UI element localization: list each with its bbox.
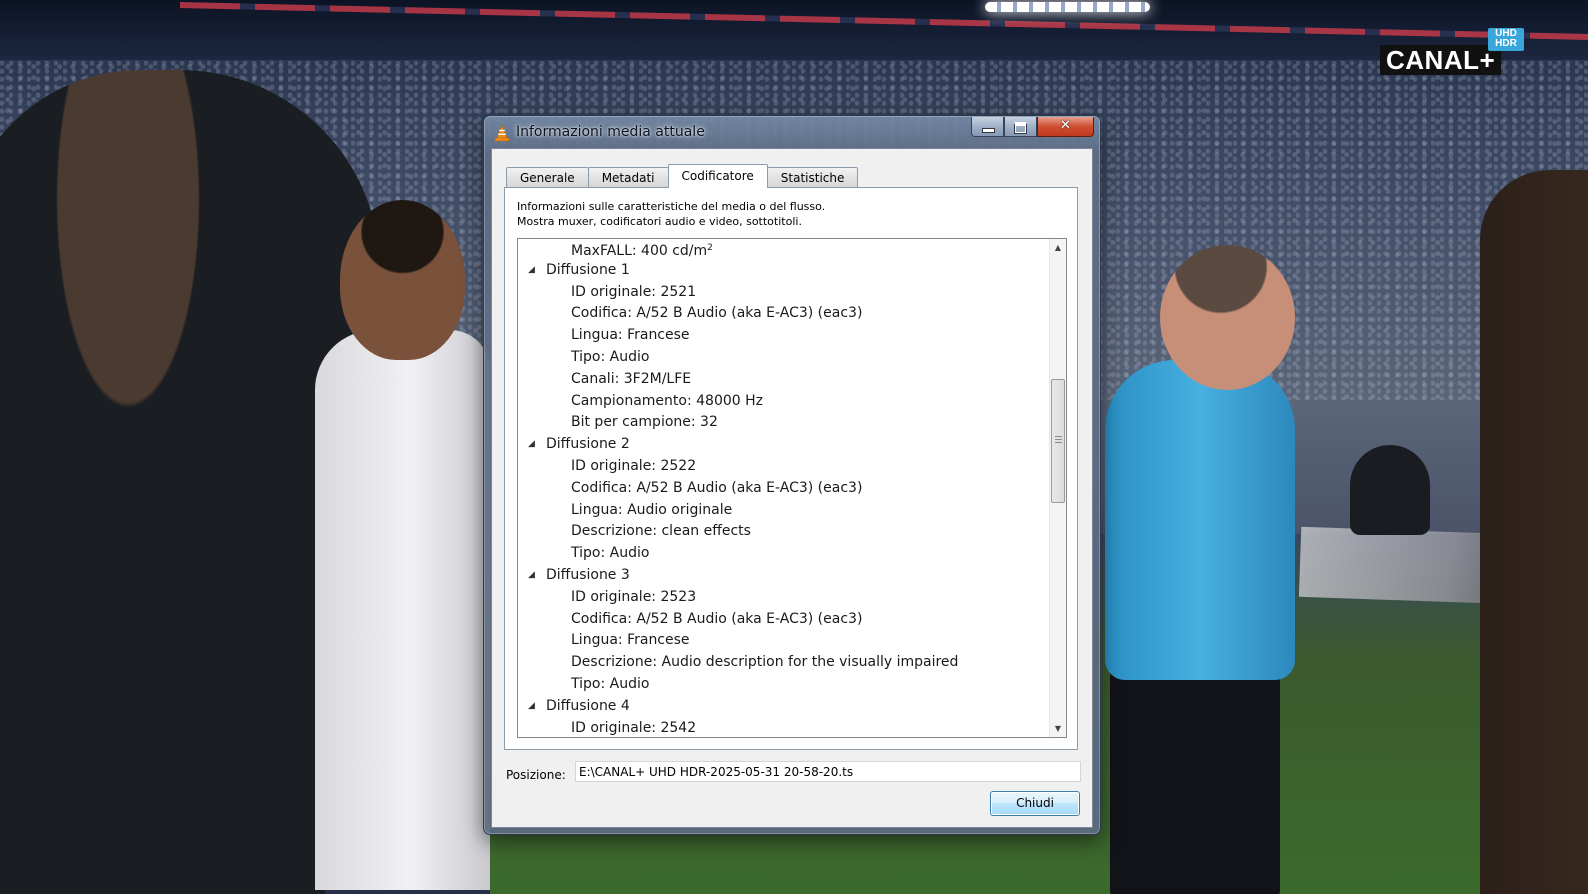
tree-item-row[interactable]: Tipo: Audio [518,543,1048,565]
tree-row-text: ID originale: 2522 [571,457,697,474]
tree-expander-icon[interactable]: ◢ [528,260,535,282]
tree-row-text: ID originale: 2521 [571,283,697,300]
tree-item-row[interactable]: ID originale: 2542 [518,718,1048,737]
position-field[interactable]: E:\CANAL+ UHD HDR-2025-05-31 20-58-20.ts [575,761,1081,782]
tree-row-text: Lingua: Francese [571,327,690,344]
tree-item-row[interactable]: Campionamento: 48000 Hz [518,391,1048,413]
tree-row-text: Bit per campione: 32 [571,414,718,431]
tab-bar: Generale Metadati Codificatore Statistic… [506,164,859,188]
tree-item-row[interactable]: Codifica: A/52 B Audio (aka E-AC3) (eac3… [518,478,1048,500]
tree-row-text: Lingua: Audio originale [571,501,733,518]
channel-logo: CANAL+ [1380,45,1502,75]
tree-row-text: Campionamento: 48000 Hz [571,392,763,409]
codec-tree[interactable]: MaxFALL: 400 cd/m2 ◢ Diffusione 1 ID origin… [517,238,1067,738]
minimize-button[interactable] [971,117,1004,137]
vertical-scrollbar[interactable]: ▲ ▼ [1049,239,1066,737]
stadium-floodlights [985,2,1150,12]
close-window-button[interactable]: ✕ [1037,117,1094,137]
referee-shorts [1110,650,1280,894]
tab-statistiche[interactable]: Statistiche [766,167,859,187]
title-bar[interactable]: Informazioni media attuale ✕ [484,116,1100,148]
tree-row-text: Diffusione 4 [546,697,630,714]
tree-row-text: MaxFALL: 400 cd/m [571,243,708,259]
tree-row-superscript: 2 [707,243,713,253]
tree-group-row[interactable]: ◢ Diffusione 2 [518,434,1048,456]
scrollbar-grip-icon [1055,436,1062,445]
scrollbar-thumb[interactable] [1051,379,1065,503]
tree-group-row[interactable]: ◢ Diffusione 1 [518,260,1048,282]
scroll-down-arrow-icon[interactable]: ▼ [1050,720,1066,737]
tree-item-row[interactable]: Lingua: Francese [518,325,1048,347]
tree-item-row[interactable]: ID originale: 2522 [518,456,1048,478]
referee-head [1160,245,1295,390]
tree-row-text: ID originale: 2523 [571,588,697,605]
close-button[interactable]: Chiudi [990,791,1080,816]
tree-row-text: ID originale: 2542 [571,719,697,736]
window-title: Informazioni media attuale [516,124,705,140]
maximize-icon [1014,122,1027,134]
tree-item-row[interactable]: Codifica: A/52 B Audio (aka E-AC3) (eac3… [518,303,1048,325]
tree-expander-icon[interactable]: ◢ [528,696,535,718]
description-line-2: Mostra muxer, codificatori audio e video… [517,215,802,228]
tree-item-row[interactable]: Bit per campione: 32 [518,412,1048,434]
crouching-person [1350,445,1430,535]
position-label: Posizione: [506,768,566,782]
tree-row-text: Diffusione 3 [546,566,630,583]
referee-shirt [1105,360,1295,680]
player-white-jacket-head [340,200,465,360]
tree-row-text: Codifica: A/52 B Audio (aka E-AC3) (eac3… [571,479,863,496]
tree-row-text: Tipo: Audio [571,348,650,365]
description-line-1: Informazioni sulle caratteristiche del m… [517,200,826,213]
tree-row-text: Descrizione: clean effects [571,523,751,540]
tab-codificatore[interactable]: Codificatore [667,164,768,188]
tree-row-text: Diffusione 2 [546,436,630,453]
tree-row-text: Lingua: Francese [571,632,690,649]
media-info-dialog: Informazioni media attuale ✕ Generale Me… [483,115,1101,835]
channel-uhd-hdr-badge: UHD HDR [1488,28,1524,51]
tree-row-text: Canali: 3F2M/LFE [571,370,692,387]
scroll-up-arrow-icon[interactable]: ▲ [1050,239,1066,256]
tree-row-text: Codifica: A/52 B Audio (aka E-AC3) (eac3… [571,305,863,322]
tree-item-row[interactable]: Tipo: Audio [518,674,1048,696]
player-right-silhouette [1480,170,1588,894]
tree-group-row[interactable]: ◢ Diffusione 4 [518,696,1048,718]
tree-item-row[interactable]: ID originale: 2523 [518,587,1048,609]
tree-row-text: Diffusione 1 [546,261,630,278]
vlc-cone-icon [494,124,510,142]
player-white-jacket [315,330,490,890]
tree-row-text: Descrizione: Audio description for the v… [571,654,959,671]
codec-tab-panel: Informazioni sulle caratteristiche del m… [504,187,1078,750]
tree-row-text: Tipo: Audio [571,545,650,562]
window-controls: ✕ [971,117,1094,137]
tree-row-text: Tipo: Audio [571,675,650,692]
maximize-button[interactable] [1004,117,1037,137]
tree-item-row[interactable]: Codifica: A/52 B Audio (aka E-AC3) (eac3… [518,609,1048,631]
close-icon: ✕ [1060,118,1071,133]
tree-item-row[interactable]: Lingua: Francese [518,630,1048,652]
tree-expander-icon[interactable]: ◢ [528,434,535,456]
tree-item-row[interactable]: Descrizione: Audio description for the v… [518,652,1048,674]
tree-item-row[interactable]: Descrizione: clean effects [518,521,1048,543]
tree-item-row[interactable]: Canali: 3F2M/LFE [518,369,1048,391]
tree-item-row[interactable]: MaxFALL: 400 cd/m2 [518,239,1048,260]
dialog-client-area: Generale Metadati Codificatore Statistic… [491,148,1093,828]
tab-generale[interactable]: Generale [506,167,589,187]
panel-description: Informazioni sulle caratteristiche del m… [517,199,825,229]
minimize-icon [982,128,995,133]
tree-expander-icon[interactable]: ◢ [528,565,535,587]
tab-metadati[interactable]: Metadati [587,167,669,187]
tree-item-row[interactable]: Tipo: Audio [518,347,1048,369]
tree-item-row[interactable]: ID originale: 2521 [518,282,1048,304]
tree-row-text: Codifica: A/52 B Audio (aka E-AC3) (eac3… [571,610,863,627]
tree-group-row[interactable]: ◢ Diffusione 3 [518,565,1048,587]
codec-tree-rows: MaxFALL: 400 cd/m2 ◢ Diffusione 1 ID origin… [518,239,1048,737]
tree-item-row[interactable]: Lingua: Audio originale [518,500,1048,522]
